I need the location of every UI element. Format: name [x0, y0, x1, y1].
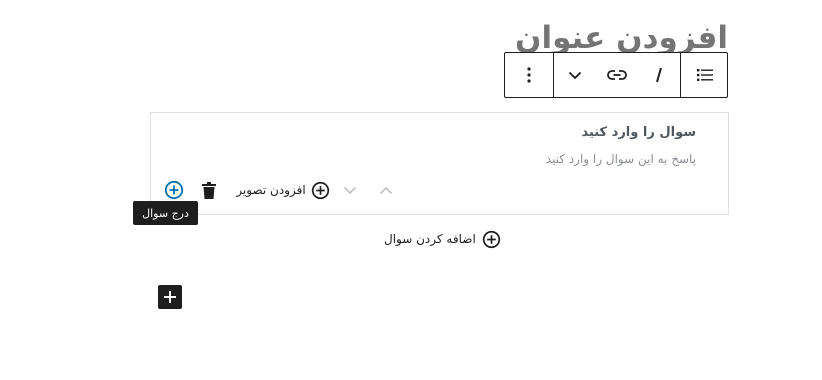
- add-question-label: اضافه کردن سوال: [384, 232, 476, 246]
- chevron-up-icon: [379, 186, 393, 194]
- italic-icon: [656, 67, 662, 83]
- trash-icon: [202, 181, 216, 199]
- more-options-button[interactable]: [505, 53, 553, 97]
- list-button[interactable]: [681, 53, 728, 97]
- toolbar-block-group: [681, 53, 728, 97]
- add-image-button[interactable]: افزودن تصویر: [235, 179, 331, 201]
- block-inserter-button[interactable]: [158, 285, 182, 309]
- faq-item-actions: افزودن تصویر: [163, 179, 403, 201]
- plus-circle-icon: [164, 180, 184, 200]
- link-icon: [607, 70, 627, 80]
- plus-icon: [164, 291, 176, 303]
- insert-question-button[interactable]: [163, 179, 185, 201]
- question-field[interactable]: سوال را وارد کنید: [581, 125, 696, 140]
- link-button[interactable]: [596, 53, 638, 97]
- toolbar-options-group: [505, 53, 554, 97]
- italic-button[interactable]: [638, 53, 680, 97]
- answer-field[interactable]: پاسخ به این سوال را وارد کنید: [546, 152, 696, 166]
- move-down-button[interactable]: [339, 179, 361, 201]
- more-formats-button[interactable]: [554, 53, 596, 97]
- delete-question-button[interactable]: [199, 179, 219, 201]
- block-toolbar: [504, 52, 728, 98]
- list-icon: [696, 69, 713, 81]
- plus-circle-icon: [482, 230, 500, 248]
- more-options-icon: [527, 67, 531, 83]
- faq-item[interactable]: سوال را وارد کنید پاسخ به این سوال را وا…: [150, 112, 729, 215]
- move-up-button[interactable]: [375, 179, 397, 201]
- add-question-button[interactable]: اضافه کردن سوال: [384, 228, 501, 250]
- chevron-down-icon: [568, 71, 582, 79]
- add-image-label: افزودن تصویر: [236, 183, 306, 197]
- plus-circle-icon: [311, 181, 329, 199]
- toolbar-format-group: [554, 53, 681, 97]
- insert-question-tooltip: درج سوال: [133, 201, 198, 225]
- chevron-down-icon: [343, 186, 357, 194]
